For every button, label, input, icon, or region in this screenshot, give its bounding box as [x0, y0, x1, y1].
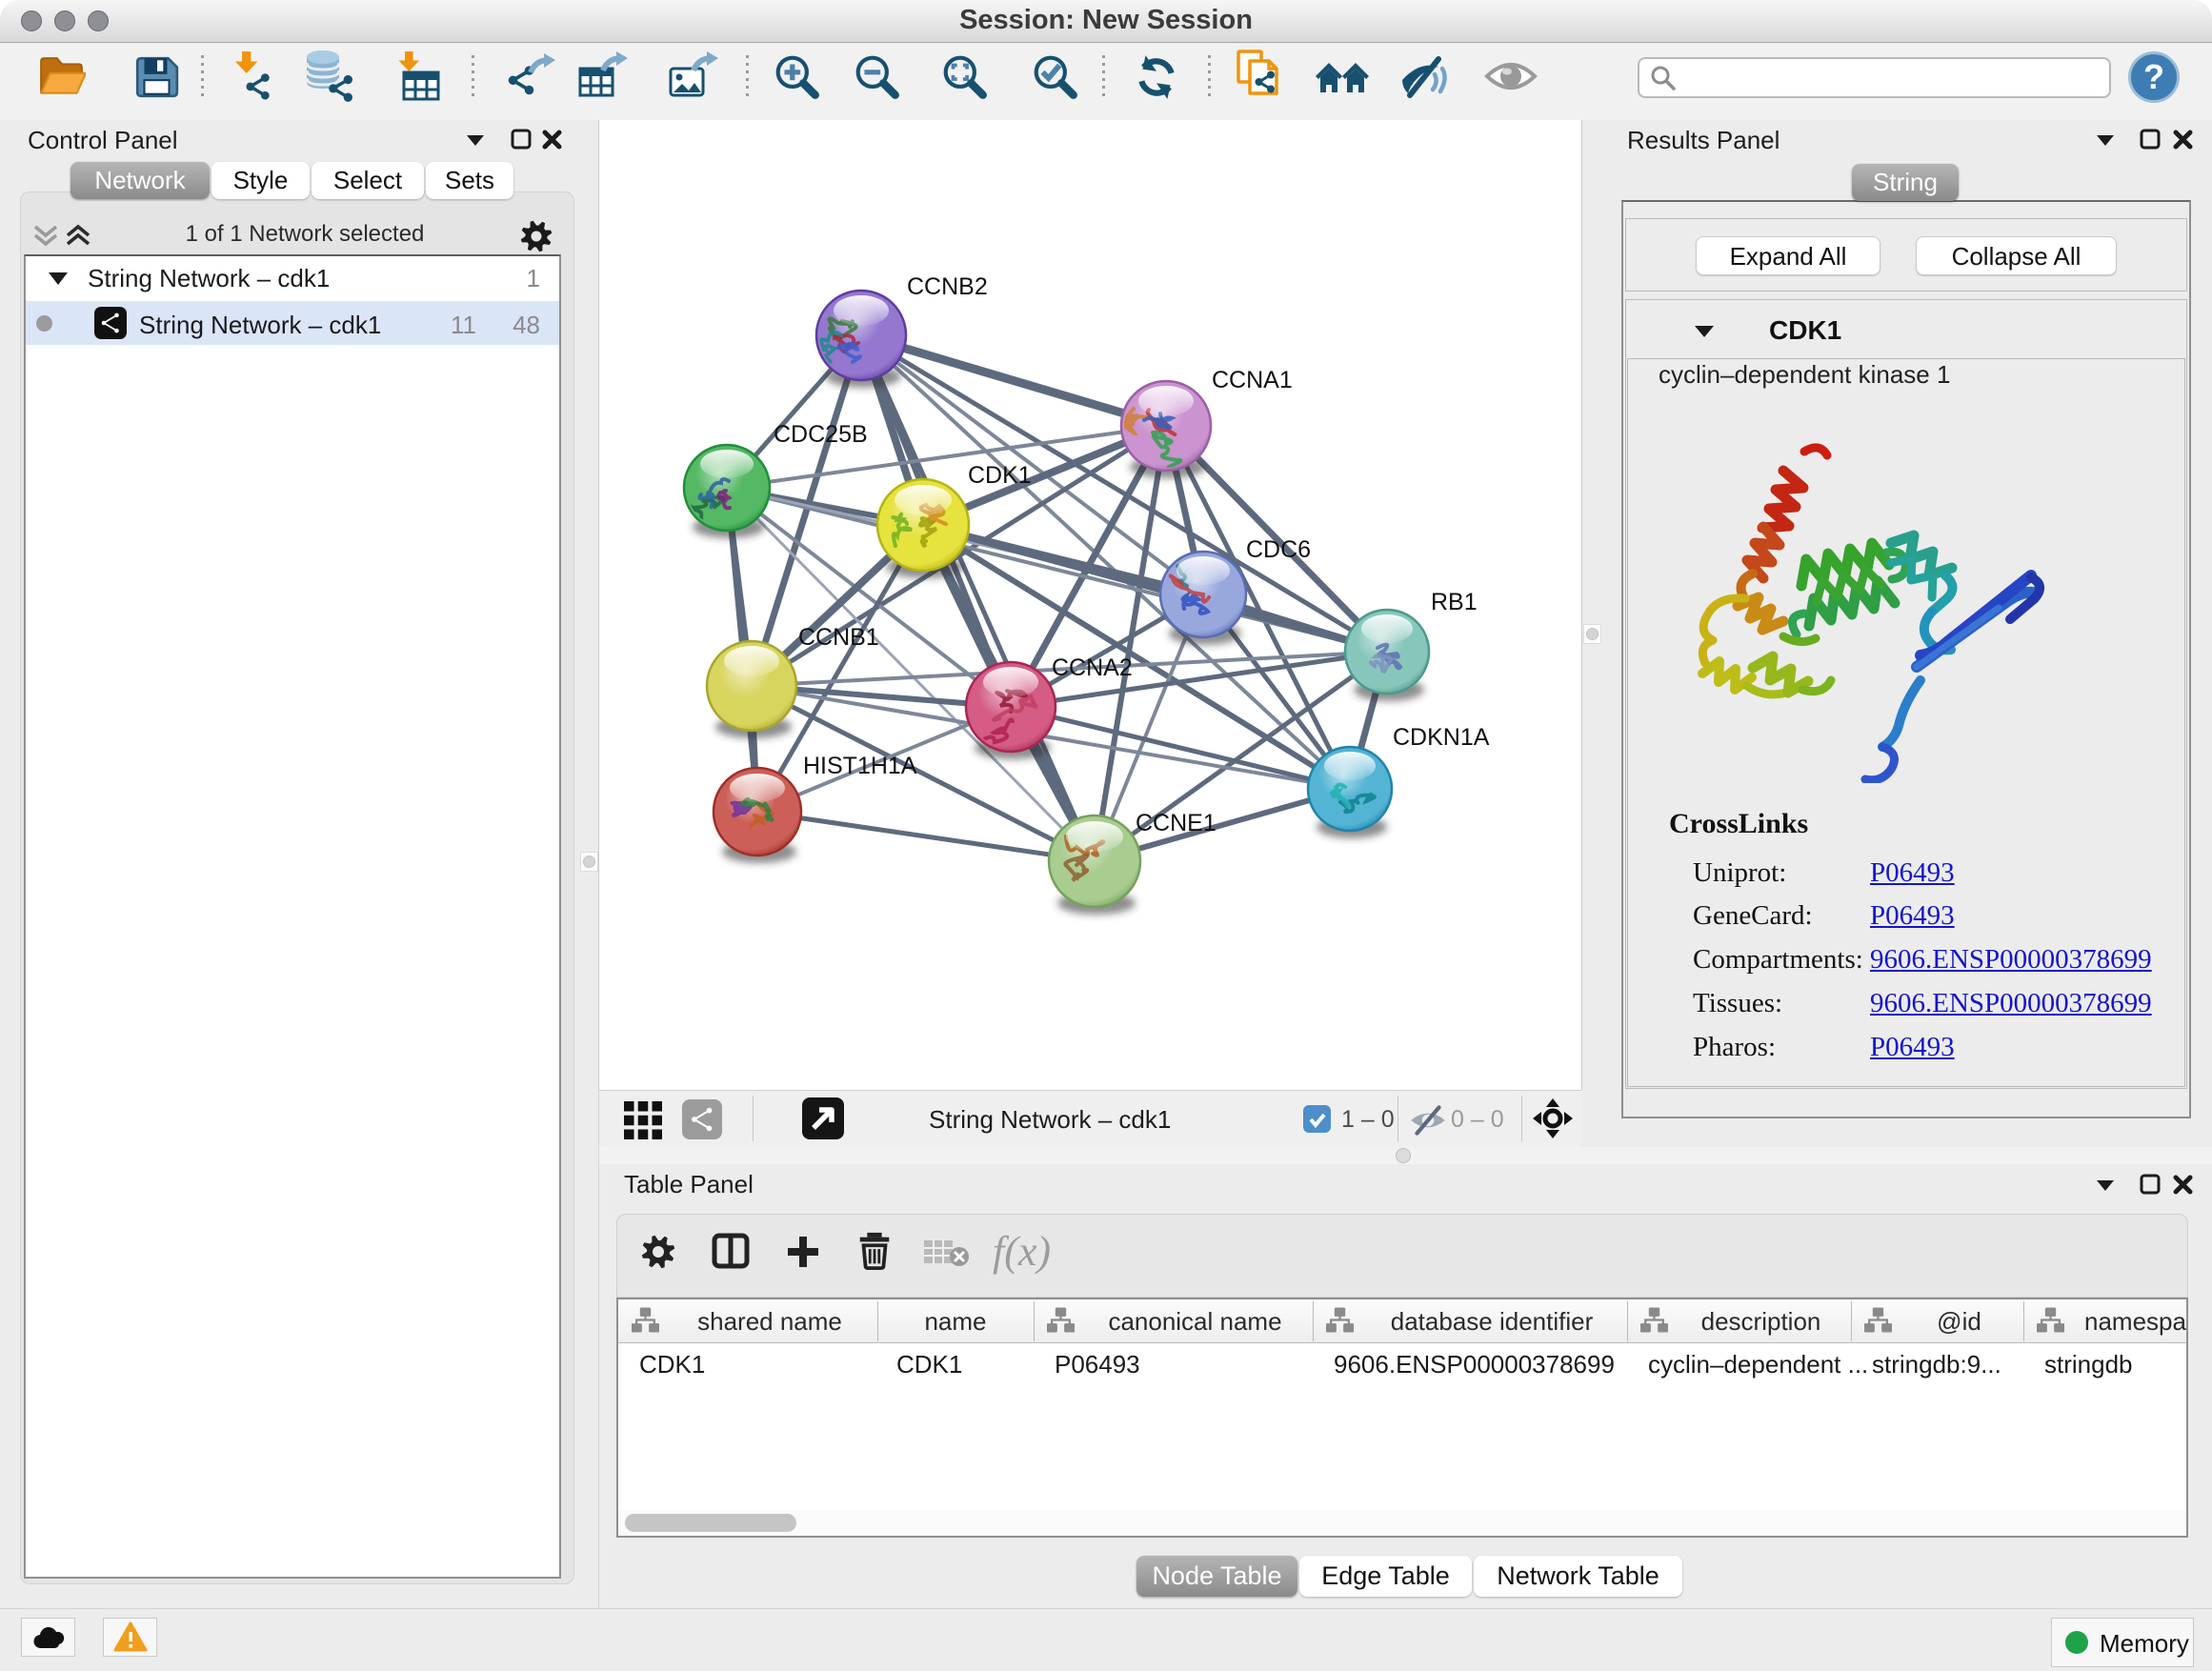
svg-text:CDC25B: CDC25B [774, 421, 868, 448]
svg-text:HIST1H1A: HIST1H1A [803, 753, 917, 779]
svg-text:CCNA2: CCNA2 [1052, 654, 1133, 681]
svg-text:CCNB2: CCNB2 [907, 273, 988, 300]
svg-text:CDC6: CDC6 [1246, 536, 1311, 563]
svg-text:CCNB1: CCNB1 [798, 624, 879, 651]
svg-text:RB1: RB1 [1431, 589, 1478, 615]
svg-text:CCNA1: CCNA1 [1212, 367, 1293, 393]
svg-text:CDKN1A: CDKN1A [1393, 724, 1490, 751]
svg-text:CDK1: CDK1 [968, 462, 1032, 489]
svg-text:CCNE1: CCNE1 [1136, 810, 1217, 836]
